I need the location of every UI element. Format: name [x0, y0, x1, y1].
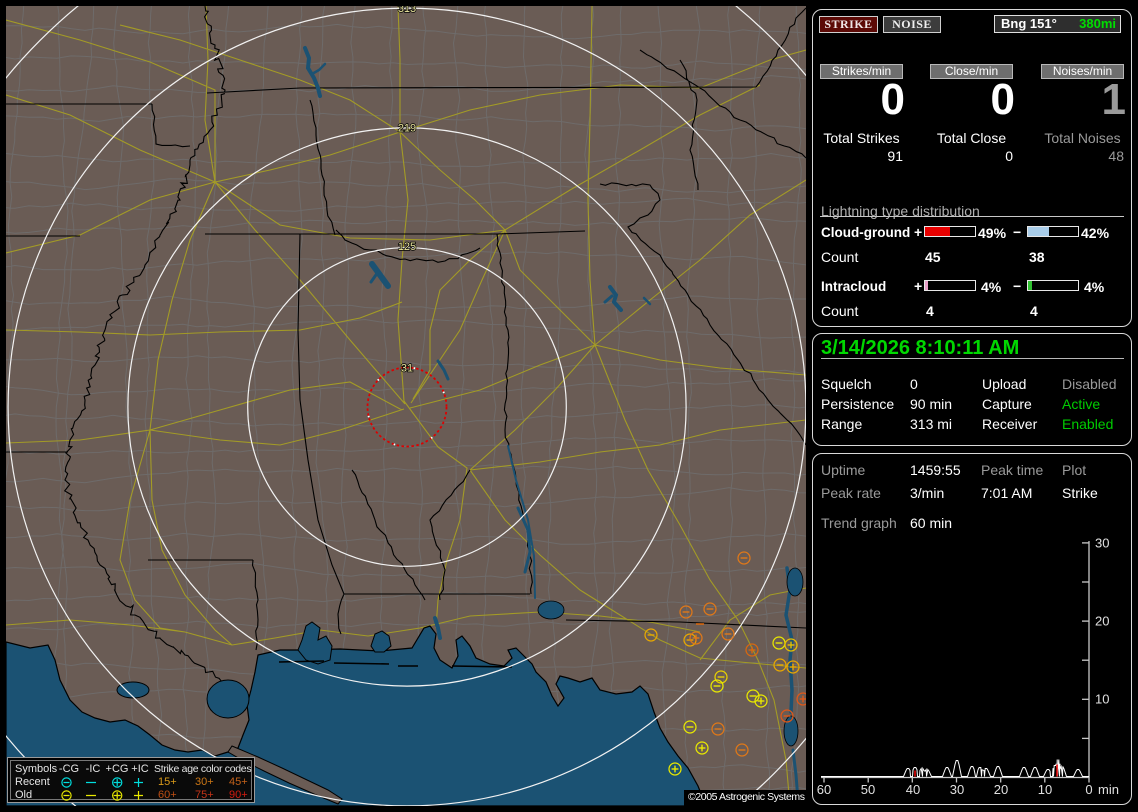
svg-text:31: 31 [401, 363, 413, 375]
svg-text:313: 313 [398, 6, 416, 15]
svg-text:219: 219 [398, 123, 416, 135]
svg-text:20: 20 [1095, 614, 1109, 629]
svg-text:30: 30 [950, 782, 964, 797]
svg-text:min: min [1098, 782, 1119, 797]
svg-text:0: 0 [1085, 782, 1092, 797]
svg-text:50: 50 [861, 782, 875, 797]
svg-text:20: 20 [994, 782, 1008, 797]
svg-text:125: 125 [398, 241, 416, 253]
svg-text:60: 60 [817, 782, 831, 797]
svg-text:10: 10 [1038, 782, 1052, 797]
svg-text:10: 10 [1095, 692, 1109, 707]
svg-text:40: 40 [906, 782, 920, 797]
svg-text:30: 30 [1095, 536, 1109, 551]
